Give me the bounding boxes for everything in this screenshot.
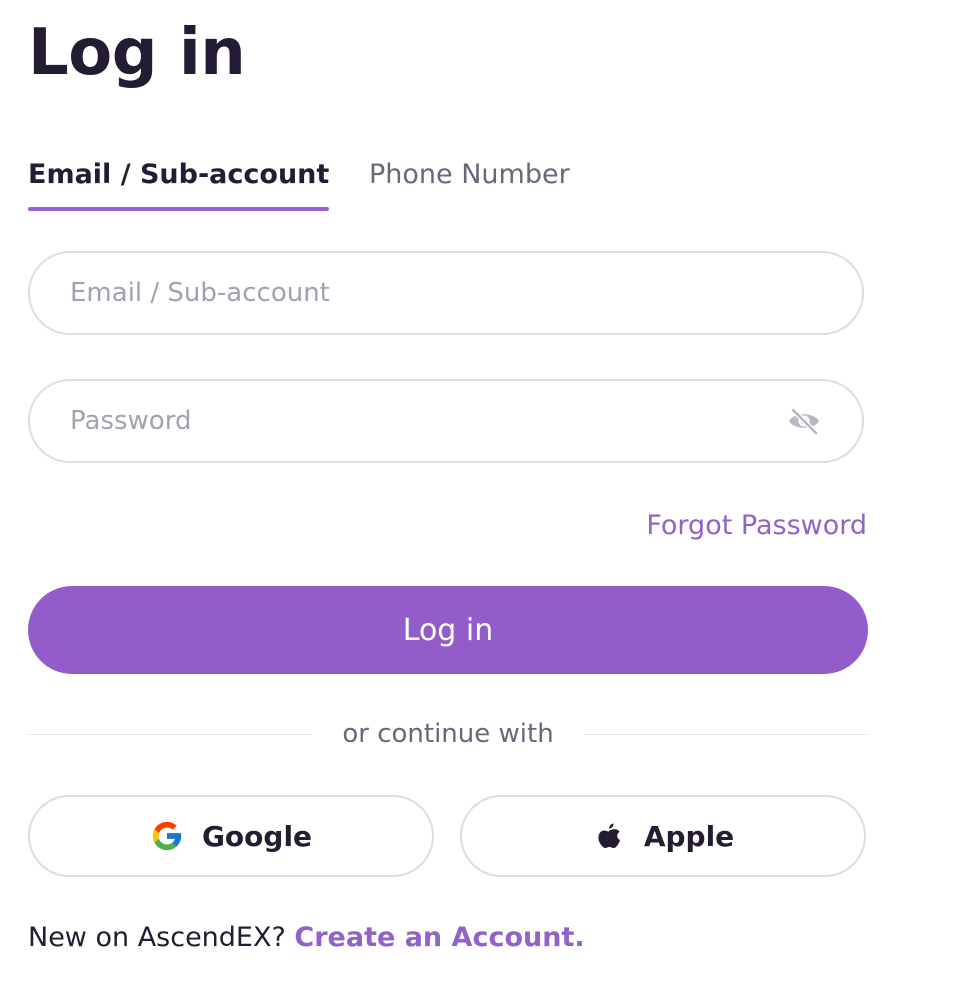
eye-slash-icon[interactable] <box>786 406 822 436</box>
forgot-password-link[interactable]: Forgot Password <box>646 506 867 546</box>
apple-icon <box>598 823 620 848</box>
page-title: Log in <box>28 16 246 90</box>
tab-email-label: Email / Sub-account <box>28 159 330 190</box>
password-field-container <box>28 379 864 463</box>
tab-phone-number[interactable]: Phone Number <box>369 150 570 200</box>
tab-phone-label: Phone Number <box>369 159 570 190</box>
signup-prompt-text: New on AscendEX? <box>28 922 286 953</box>
divider-line-right <box>584 734 868 735</box>
email-input[interactable] <box>70 253 770 333</box>
tab-email-sub-account[interactable]: Email / Sub-account <box>28 150 330 211</box>
apple-button-label: Apple <box>643 819 735 853</box>
google-button-label: Google <box>201 819 313 853</box>
create-account-link[interactable]: Create an Account. <box>294 922 584 953</box>
divider-line-left <box>28 734 312 735</box>
divider-label: or continue with <box>342 719 554 749</box>
login-method-tabs: Email / Sub-account Phone Number <box>28 150 868 212</box>
signup-prompt: New on AscendEX? Create an Account. <box>28 918 585 958</box>
active-tab-indicator <box>28 207 330 211</box>
google-login-button[interactable]: Google <box>28 795 434 877</box>
login-button[interactable]: Log in <box>28 586 868 674</box>
apple-login-button[interactable]: Apple <box>460 795 866 877</box>
password-input[interactable] <box>70 381 770 461</box>
email-field-container <box>28 251 864 335</box>
google-icon <box>152 821 182 851</box>
